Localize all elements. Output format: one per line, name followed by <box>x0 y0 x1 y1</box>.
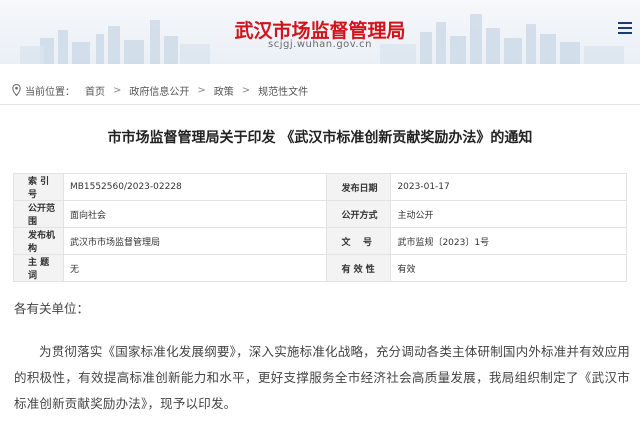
validity-value: 有效 <box>390 254 627 282</box>
topic-label: 主 题 词 <box>13 254 64 282</box>
document-meta-table: 索 引 号 MB1552560/2023-02228 发布日期 2023-01-… <box>13 173 627 282</box>
chevron-right-icon: > <box>197 84 206 96</box>
hamburger-menu-icon[interactable] <box>618 22 632 34</box>
breadcrumb-gov-info-link[interactable]: 政府信息公开 <box>129 83 189 98</box>
method-label: 公开方式 <box>326 200 392 228</box>
validity-label: 有 效 性 <box>326 254 392 282</box>
breadcrumb-policy-link[interactable]: 政策 <box>214 83 234 98</box>
agency-label: 发布机构 <box>13 227 64 255</box>
doc-number-label: 文 号 <box>326 227 392 255</box>
location-pin-icon <box>12 84 21 96</box>
breadcrumb-prefix: 当前位置： <box>25 86 75 98</box>
document-body: 各有关单位： 为贯彻落实《国家标准化发展纲要》，深入实施标准化战略，充分调动各类… <box>14 298 630 417</box>
divider <box>0 104 640 105</box>
breadcrumb-normative-docs-link[interactable]: 规范性文件 <box>258 83 308 98</box>
method-value: 主动公开 <box>390 200 627 228</box>
breadcrumb-home-link[interactable]: 首页 <box>85 83 105 98</box>
menu-bar <box>618 27 632 29</box>
site-header: 武汉市场监督管理局 scjgj.wuhan.gov.cn <box>0 0 640 64</box>
table-row: 索 引 号 MB1552560/2023-02228 发布日期 2023-01-… <box>13 173 627 201</box>
doc-number-value: 武市监规〔2023〕1号 <box>390 227 627 255</box>
table-row: 发布机构 武汉市市场监督管理局 文 号 武市监规〔2023〕1号 <box>13 227 627 255</box>
breadcrumb: 当前位置： 首页 > 政府信息公开 > 政策 > 规范性文件 <box>12 82 308 98</box>
scope-value: 面向社会 <box>62 200 328 228</box>
chevron-right-icon: > <box>241 84 251 96</box>
index-label: 索 引 号 <box>13 173 64 201</box>
chevron-right-icon: > <box>113 84 122 96</box>
topic-value: 无 <box>62 254 328 282</box>
publish-date-value: 2023-01-17 <box>390 173 627 201</box>
index-value: MB1552560/2023-02228 <box>62 173 328 201</box>
document-title: 市市场监督管理局关于印发 《武汉市标准创新贡献奖励办法》的通知 <box>107 130 533 146</box>
menu-bar <box>618 32 632 34</box>
agency-value: 武汉市市场监督管理局 <box>62 227 328 255</box>
site-url: scjgj.wuhan.gov.cn <box>268 39 372 50</box>
scope-label: 公开范围 <box>13 200 64 228</box>
menu-bar <box>618 22 632 24</box>
salutation: 各有关单位： <box>14 301 90 316</box>
table-row: 主 题 词 无 有 效 性 有效 <box>13 254 627 282</box>
table-row: 公开范围 面向社会 公开方式 主动公开 <box>13 200 627 228</box>
publish-date-label: 发布日期 <box>326 173 392 201</box>
body-paragraph: 为贯彻落实《国家标准化发展纲要》，深入实施标准化战略，充分调动各类主体研制国内外… <box>14 344 630 411</box>
